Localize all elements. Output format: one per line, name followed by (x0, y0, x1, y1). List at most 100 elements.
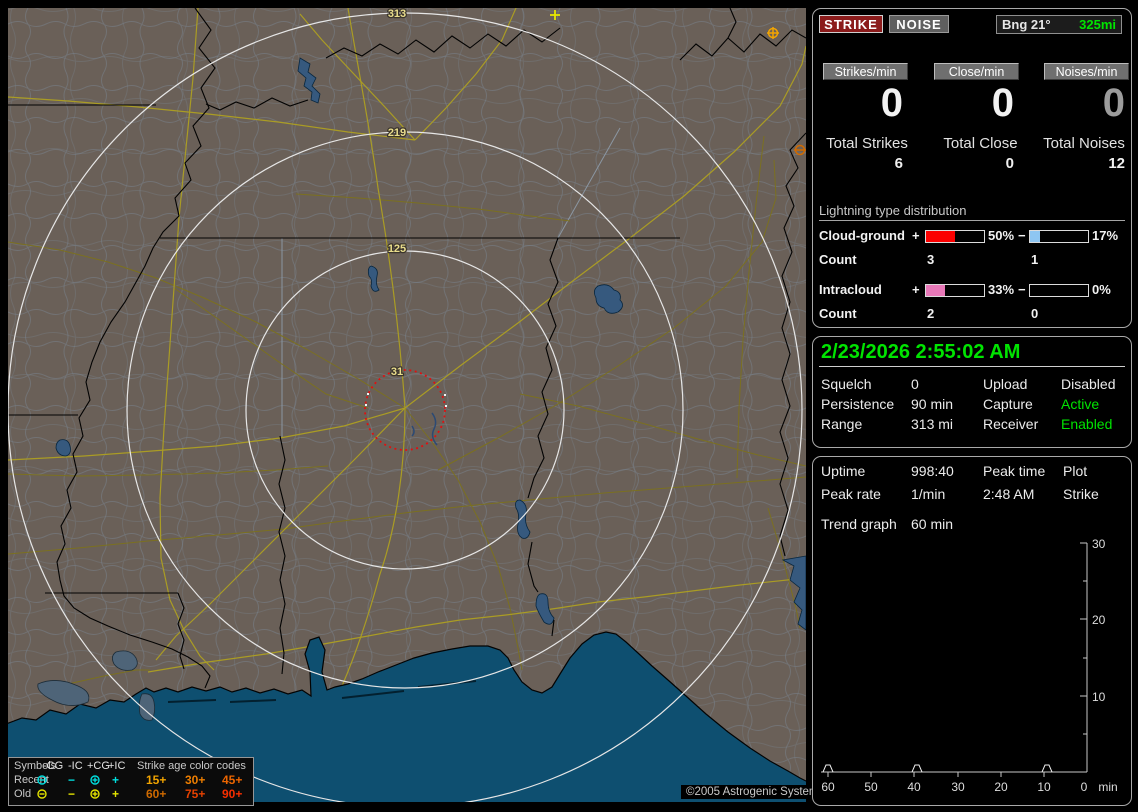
strikes-per-min-value: 0 (880, 81, 903, 125)
old-pos-ic-icon: + (112, 787, 120, 801)
app-window: 313 219 125 31 Symbols -CG -IC +CG +IC S… (0, 0, 1138, 812)
svg-text:20: 20 (1092, 613, 1106, 627)
map-legend: Symbols -CG -IC +CG +IC Strike age color… (8, 757, 254, 806)
strike-mode-button[interactable]: STRIKE (819, 15, 883, 33)
old-neg-ic-icon: − (68, 787, 76, 801)
trend-y-labels: 30 20 10 (1092, 537, 1106, 704)
total-strikes-value: 6 (894, 155, 903, 172)
squelch-label: Squelch (821, 376, 872, 392)
noise-mode-button[interactable]: NOISE (889, 15, 949, 33)
datetime-display: 2/23/2026 2:55:02 AM (821, 341, 1021, 363)
ic-minus-pct: 0% (1092, 282, 1111, 297)
svg-text:40: 40 (907, 780, 921, 794)
ring-label-219: 219 (388, 127, 406, 139)
cg-minus-bar (1029, 230, 1089, 243)
cg-minus-sign: − (1018, 228, 1026, 243)
upload-value: Disabled (1061, 376, 1116, 392)
ic-plus-sign: + (912, 282, 920, 297)
recent-neg-ic-icon: − (68, 773, 76, 787)
range-label: Range (821, 416, 863, 432)
ic-count-label: Count (819, 306, 857, 321)
uptime-value: 998:40 (911, 463, 954, 479)
legend-age-title: Strike age color codes (137, 760, 246, 772)
recent-pos-ic-icon: + (112, 773, 120, 787)
svg-text:10: 10 (1037, 780, 1051, 794)
copyright-text: ©2005 Astrogenic Systems (681, 785, 830, 799)
ic-plus-bar (925, 284, 985, 297)
svg-text:0: 0 (1081, 780, 1088, 794)
capture-label: Capture (983, 396, 1033, 412)
intracloud-label: Intracloud (819, 282, 882, 297)
trend-axes (821, 542, 1088, 777)
cloud-ground-label: Cloud-ground (819, 228, 905, 243)
total-noises-label: Total Noises (1043, 135, 1125, 152)
age-90: 90+ (222, 787, 243, 801)
map-canvas[interactable]: 313 219 125 31 (8, 8, 806, 802)
ring-label-31: 31 (391, 366, 403, 378)
total-close-value: 0 (1005, 155, 1014, 172)
svg-text:20: 20 (994, 780, 1008, 794)
close-per-min-value: 0 (991, 81, 1014, 125)
distribution-divider (819, 220, 1125, 221)
trend-graph-label: Trend graph (821, 516, 897, 532)
age-15: 15+ (146, 773, 167, 787)
cg-plus-bar (925, 230, 985, 243)
trend-window-value: 60 min (911, 516, 954, 532)
svg-text:30: 30 (1092, 537, 1106, 551)
recent-pos-cg-icon (90, 775, 100, 785)
total-strikes-label: Total Strikes (826, 135, 908, 152)
legend-col-neg-cg: -CG (43, 760, 64, 772)
peak-rate-label: Peak rate (821, 486, 881, 502)
squelch-value: 0 (911, 376, 919, 392)
legend-old-label: Old (14, 788, 32, 800)
cg-plus-count: 3 (927, 252, 935, 267)
svg-text:50: 50 (864, 780, 878, 794)
ic-minus-count: 0 (1031, 306, 1039, 321)
ic-plus-count: 2 (927, 306, 935, 321)
datetime-divider (819, 366, 1125, 367)
bearing-range-value: 325mi (1079, 17, 1116, 32)
cg-count-label: Count (819, 252, 857, 267)
counters-panel: STRIKE NOISE Bng 21° 325mi Strikes/min C… (812, 8, 1132, 328)
peak-time-value: 2:48 AM (983, 486, 1035, 502)
capture-value: Active (1061, 396, 1100, 412)
upload-label: Upload (983, 376, 1028, 392)
plot-label: Plot (1063, 463, 1088, 479)
bearing-value: Bng 21° (1002, 17, 1051, 32)
age-60: 60+ (146, 787, 167, 801)
age-45: 45+ (222, 773, 243, 787)
legend-col-neg-ic: -IC (68, 760, 83, 772)
age-75: 75+ (185, 787, 206, 801)
total-close-label: Total Close (943, 135, 1018, 152)
recent-neg-cg-icon (37, 775, 47, 785)
receiver-label: Receiver (983, 416, 1039, 432)
persistence-label: Persistence (821, 396, 895, 412)
ring-label-125: 125 (388, 243, 406, 255)
status-panel: 2/23/2026 2:55:02 AM Squelch 0 Upload Di… (812, 336, 1132, 448)
close-per-min-chip: Close/min (934, 63, 1019, 80)
noises-per-min-value: 0 (1102, 81, 1125, 125)
cg-minus-pct: 17% (1092, 228, 1119, 243)
ic-minus-sign: − (1018, 282, 1026, 297)
age-30: 30+ (185, 773, 206, 787)
ic-minus-bar (1029, 284, 1089, 297)
old-neg-cg-icon (37, 789, 47, 799)
trend-x-labels: 60 50 40 30 20 10 0 min (821, 780, 1117, 794)
svg-text:10: 10 (1092, 690, 1106, 704)
cg-plus-sign: + (912, 228, 920, 243)
cg-minus-count: 1 (1031, 252, 1039, 267)
peak-time-label: Peak time (983, 463, 1046, 479)
legend-col-pos-cg: +CG (87, 760, 110, 772)
ring-label-313: 313 (388, 8, 406, 20)
total-noises-value: 12 (1108, 155, 1125, 172)
cg-plus-pct: 50% (988, 228, 1015, 243)
trend-graph: 30 20 10 60 50 40 30 20 10 0 min (821, 537, 1118, 794)
uptime-label: Uptime (821, 463, 866, 479)
bearing-readout: Bng 21° 325mi (996, 15, 1122, 34)
strikes-per-min-chip: Strikes/min (823, 63, 908, 80)
ic-plus-pct: 33% (988, 282, 1015, 297)
peak-rate-value: 1/min (911, 486, 946, 502)
noises-per-min-chip: Noises/min (1044, 63, 1129, 80)
trend-panel: Uptime 998:40 Peak time Plot Peak rate 1… (812, 456, 1132, 806)
distribution-title: Lightning type distribution (819, 203, 967, 218)
